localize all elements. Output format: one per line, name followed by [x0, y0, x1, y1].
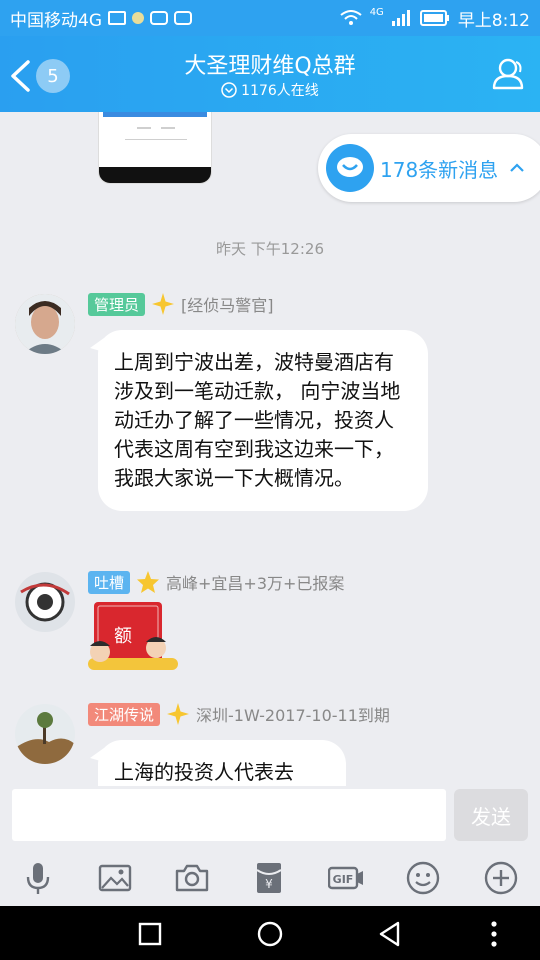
sender-name: [经侦马警官]: [181, 296, 274, 315]
back-nav-icon[interactable]: [374, 918, 406, 950]
svg-text:GIF: GIF: [333, 873, 354, 886]
input-toolbar: ¥ GIF: [0, 850, 540, 906]
avatar-image: [15, 294, 75, 354]
status-left: 中国移动4G: [10, 6, 192, 31]
system-nav-bar: [0, 906, 540, 960]
map-notification-icon: [174, 11, 192, 25]
input-bar: 发送: [0, 786, 540, 850]
message-list[interactable]: 178条新消息 昨天 下午12:26 管理员 [经侦马警官] 上周到宁波出差，波…: [0, 112, 540, 786]
message-timestamp: 昨天 下午12:26: [216, 240, 324, 258]
battery-icon: [419, 10, 449, 26]
emoji-icon[interactable]: [403, 858, 443, 898]
sender-name: 高峰+宜昌+3万+已报案: [166, 574, 345, 593]
home-icon[interactable]: [254, 918, 286, 950]
mic-icon[interactable]: [18, 858, 58, 898]
message-meta: 江湖传说 深圳-1W-2017-10-11到期: [88, 702, 390, 726]
status-right: 4G 早上8:12: [340, 6, 530, 31]
red-packet-icon[interactable]: ¥: [249, 858, 289, 898]
page-title: 大圣理财维Q总群: [184, 54, 356, 79]
avatar[interactable]: [15, 704, 75, 764]
members-icon[interactable]: [488, 54, 528, 94]
avatar-image: [15, 572, 75, 632]
new-messages-button[interactable]: 178条新消息: [318, 134, 540, 202]
notification-dot-icon: [132, 12, 144, 24]
online-count: 1176人在线: [241, 83, 319, 99]
red-packet-sticker[interactable]: 额: [86, 602, 182, 676]
avatar-image: [15, 704, 75, 764]
role-tag: 管理员: [88, 292, 146, 316]
screenshot-header: [103, 112, 207, 117]
gif-icon[interactable]: GIF: [326, 858, 366, 898]
avatar[interactable]: [15, 572, 75, 632]
message-meta: 吐槽 高峰+宜昌+3万+已报案: [88, 570, 344, 594]
online-status: 1176人在线: [0, 80, 540, 100]
svg-text:¥: ¥: [265, 877, 273, 891]
screenshot-line: [137, 127, 151, 129]
sender-name: 深圳-1W-2017-10-11到期: [196, 706, 390, 725]
chat-header: 5 大圣理财维Q总群 1176人在线: [0, 36, 540, 112]
clock: 早上8:12: [457, 10, 530, 31]
screenshot-navbar: [99, 167, 211, 183]
sparkle-icon: [152, 293, 175, 315]
wifi-icon: [340, 10, 362, 25]
status-bar: 中国移动4G 4G 早上8:12: [0, 0, 540, 36]
app-notification-icon: [150, 11, 168, 25]
star-icon: [137, 571, 160, 593]
message-bubble[interactable]: 上海的投资人代表去: [90, 740, 346, 786]
screenshot-line: [125, 139, 187, 140]
camera-icon[interactable]: [172, 858, 212, 898]
sticker-text: 额: [114, 626, 132, 647]
screenshot-line: [161, 127, 175, 129]
more-vertical-icon[interactable]: [478, 918, 510, 950]
new-messages-label: 178条新消息: [380, 157, 499, 182]
plus-icon[interactable]: [481, 858, 521, 898]
send-button[interactable]: 发送: [454, 789, 528, 841]
briefcase-icon: [108, 11, 126, 25]
message-meta: 管理员 [经侦马警官]: [88, 292, 274, 316]
shared-screenshot-image[interactable]: [98, 112, 212, 184]
avatar[interactable]: [15, 294, 75, 354]
network-type-label: 4G: [369, 6, 384, 18]
role-tag: 吐槽: [88, 570, 131, 594]
carrier-label: 中国移动4G: [10, 10, 102, 31]
signal-icon: [391, 10, 410, 26]
message-input[interactable]: [12, 789, 446, 841]
message-bubble[interactable]: 上周到宁波出差，波特曼酒店有涉及到一笔动迁款， 向宁波当地动迁办了解了一些情况，…: [90, 330, 428, 511]
image-icon[interactable]: [95, 858, 135, 898]
chevron-up-icon: [510, 163, 524, 172]
chat-bubble-icon: [326, 144, 374, 192]
recents-icon[interactable]: [134, 918, 166, 950]
sparkle-icon: [167, 703, 190, 725]
chevron-circle-icon: [221, 82, 237, 98]
role-tag: 江湖传说: [88, 702, 161, 726]
